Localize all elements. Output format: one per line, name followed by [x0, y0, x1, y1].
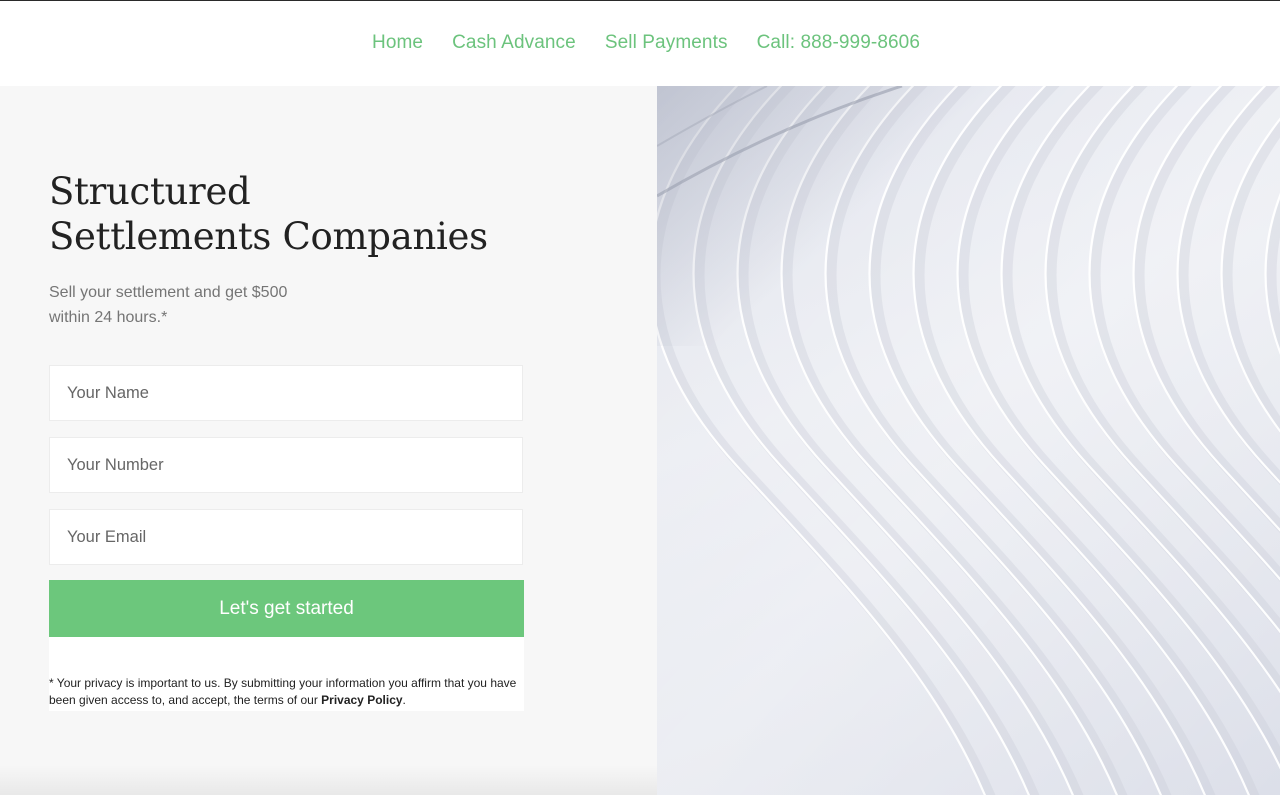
page-title: Structured Settlements Companies	[49, 169, 488, 259]
page-title-line-2: Settlements Companies	[49, 215, 488, 258]
phone-number-input[interactable]	[49, 437, 523, 493]
page-title-line-1: Structured	[49, 170, 251, 213]
name-input[interactable]	[49, 365, 523, 421]
lead-form: Let's get started * Your privacy is impo…	[49, 365, 524, 711]
nav-link-cash-advance[interactable]: Cash Advance	[452, 32, 576, 54]
top-navigation: Home Cash Advance Sell Payments Call: 88…	[0, 1, 1280, 86]
nav-link-home[interactable]: Home	[372, 32, 423, 54]
page-subtitle-line-1: Sell your settlement and get $500	[49, 284, 288, 301]
abstract-wave-lines-graphic	[657, 86, 1280, 795]
privacy-notice-end: .	[402, 693, 406, 707]
privacy-notice: * Your privacy is important to us. By su…	[49, 637, 524, 711]
page-subtitle-line-2: within 24 hours.*	[49, 309, 168, 326]
panel-bottom-shadow	[0, 765, 657, 795]
nav-links: Home Cash Advance Sell Payments Call: 88…	[372, 32, 920, 54]
privacy-notice-text: * Your privacy is important to us. By su…	[49, 676, 517, 707]
get-started-button[interactable]: Let's get started	[49, 580, 524, 637]
email-input[interactable]	[49, 509, 523, 565]
nav-link-sell-payments[interactable]: Sell Payments	[605, 32, 728, 54]
hero-wave-image	[657, 86, 1280, 795]
page-subtitle: Sell your settlement and get $500 within…	[49, 280, 349, 330]
nav-link-call-phone[interactable]: Call: 888-999-8606	[757, 32, 920, 54]
privacy-policy-link[interactable]: Privacy Policy	[321, 693, 402, 707]
